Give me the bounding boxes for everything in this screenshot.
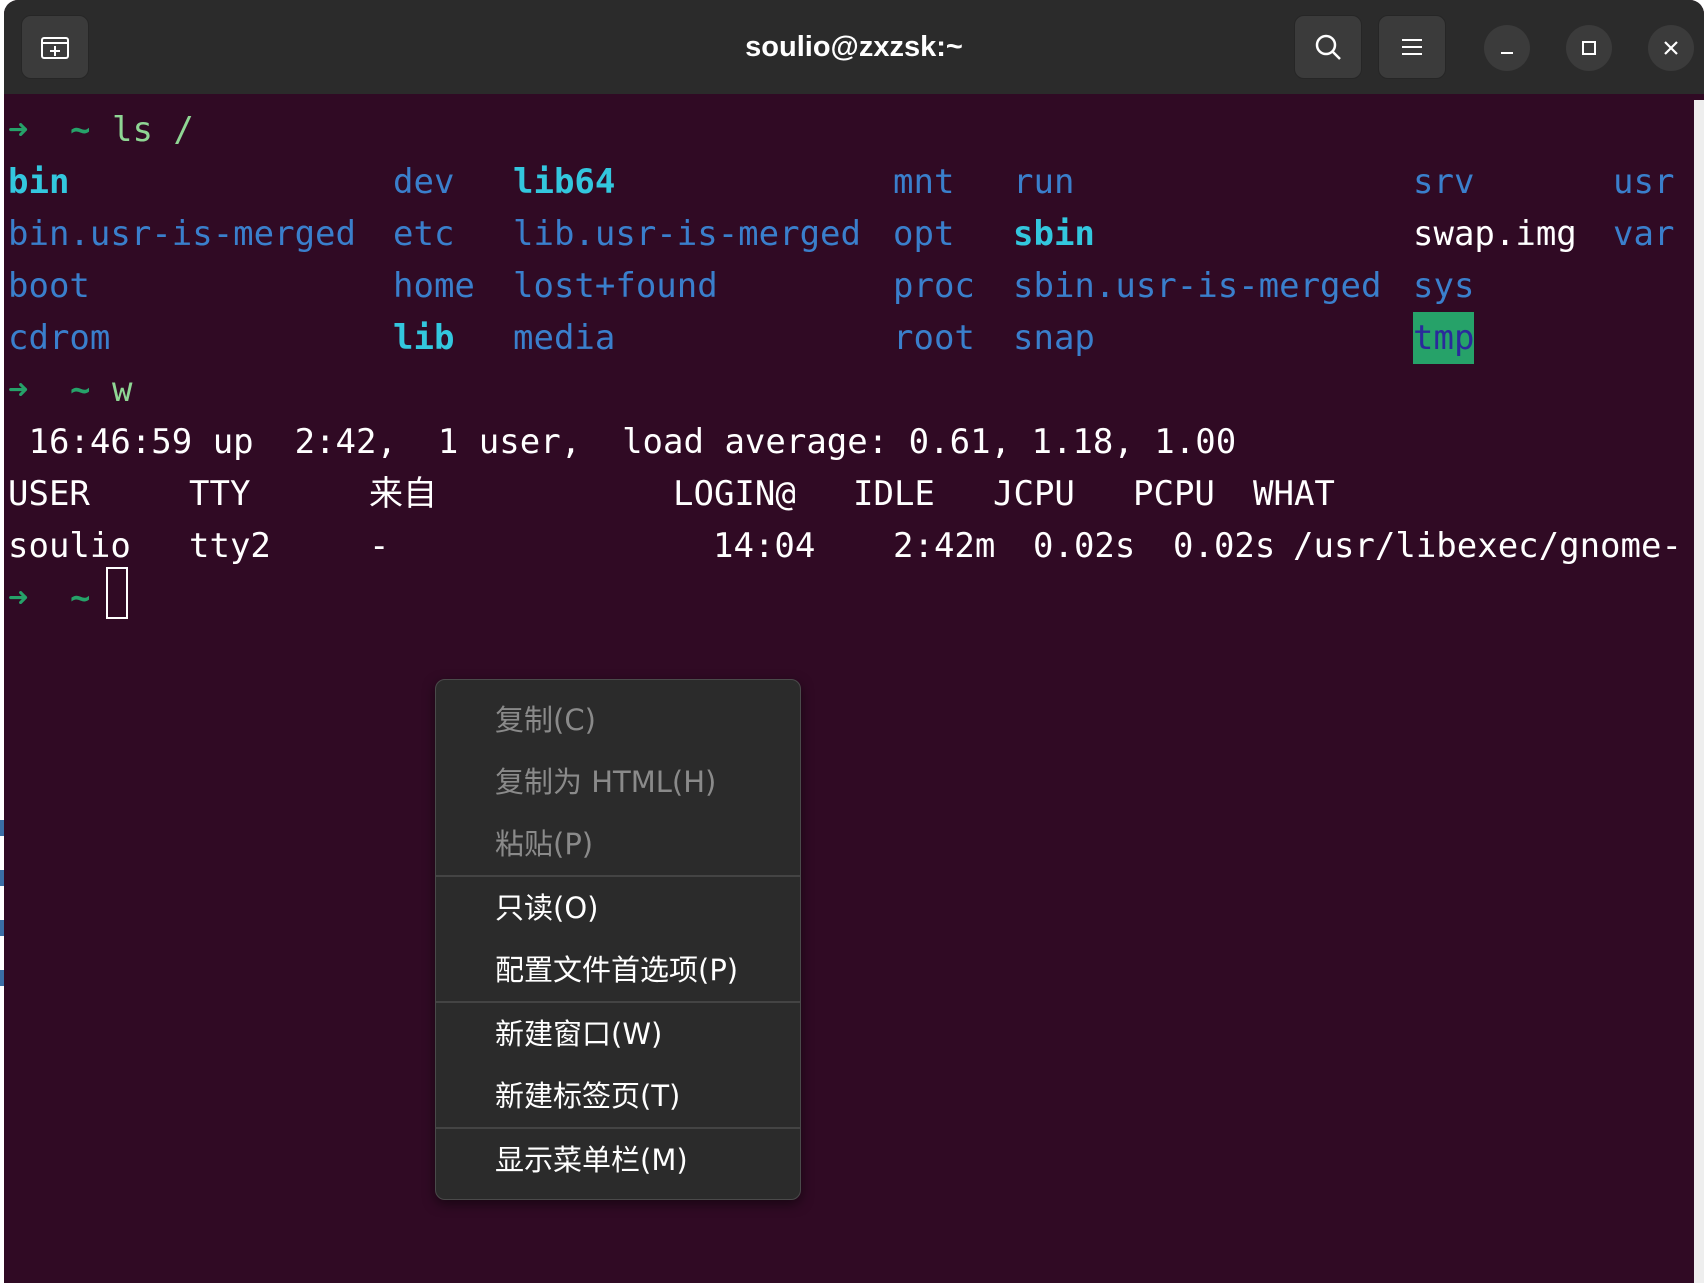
ls-entry: swap.img [1413,214,1577,254]
w-col-login: LOGIN@ [673,474,796,514]
ls-entry: lost+found [513,266,718,306]
ls-entry: sbin [1013,214,1095,254]
ls-row-2: bin.usr-is-merged etc lib.usr-is-merged … [8,208,1674,260]
w-col-pcpu: PCPU [1133,474,1215,514]
prompt-home: ~ [70,110,91,150]
close-button[interactable] [1648,25,1694,71]
ls-entry: lib [393,318,455,358]
menu-button[interactable] [1378,15,1446,79]
w-header-line: USER TTY 来自 LOGIN@ IDLE JCPU PCPU WHAT [8,468,1335,520]
w-user: soulio [8,526,131,566]
prompt-arrow: ➜ [8,370,29,410]
menu-separator [436,875,800,877]
background-window-edge [0,870,4,886]
menu-item-profile-preferences[interactable]: 配置文件首选项(P) [436,941,800,999]
w-pcpu: 0.02s [1173,526,1276,566]
ls-entry: bin [8,162,70,202]
ls-entry: boot [8,266,90,306]
w-tty: tty2 [189,526,271,566]
ls-entry: proc [893,266,975,306]
w-jcpu: 0.02s [1033,526,1136,566]
ls-entry: usr [1613,162,1675,202]
menu-item-show-menubar[interactable]: 显示菜单栏(M) [436,1131,800,1189]
ls-row-4: cdrom lib media root snap tmp [8,312,1475,364]
minimize-button[interactable] [1484,25,1530,71]
command-text: ls / [112,110,194,150]
ls-entry: mnt [893,162,955,202]
w-row-line: soulio tty2 - 14:04 2:42m 0.02s 0.02s /u… [8,520,1682,572]
prompt-home: ~ [70,370,91,410]
w-col-from: 来自 [369,474,437,514]
prompt-arrow: ➜ [8,110,29,150]
ls-entry: home [393,266,475,306]
w-col-idle: IDLE [853,474,935,514]
titlebar: soulio@zxzsk:~ [4,0,1704,94]
background-window-edge [0,820,4,836]
ls-entry: lib64 [513,162,616,202]
prompt-line-1: ➜ ~ ls / [8,104,194,156]
menu-item-copy[interactable]: 复制(C) [436,691,800,749]
w-login: 14:04 [713,526,816,566]
command-text: w [112,370,133,410]
ls-entry: srv [1413,162,1475,202]
ls-entry: lib.usr-is-merged [513,214,861,254]
w-idle: 2:42m [893,526,996,566]
maximize-icon [1582,41,1596,55]
prompt-home: ~ [70,578,91,618]
ls-entry-tmp: tmp [1413,312,1475,364]
uptime-line: 16:46:59 up 2:42, 1 user, load average: … [8,416,1236,468]
prompt-arrow: ➜ [8,578,29,618]
ls-row-3: boot home lost+found proc sbin.usr-is-me… [8,260,1474,312]
terminal-window: soulio@zxzsk:~ ➜ ~ ls / bin dev lib64 mn… [4,0,1704,1283]
background-window-edge [0,970,4,986]
menu-item-copy-as-html[interactable]: 复制为 HTML(H) [436,753,800,811]
ls-entry: media [513,318,616,358]
hamburger-menu-icon [1402,39,1422,55]
ls-entry: sys [1413,266,1475,306]
minimize-icon [1501,52,1513,54]
menu-separator [436,1127,800,1129]
scrollbar[interactable] [1694,100,1704,1283]
ls-row-1: bin dev lib64 mnt run srv usr [8,156,1674,208]
w-col-jcpu: JCPU [993,474,1075,514]
ls-entry: etc [393,214,455,254]
search-icon [1315,34,1341,60]
ls-entry: opt [893,214,955,254]
prompt-line-2: ➜ ~ w [8,364,133,416]
search-button[interactable] [1294,15,1362,79]
ls-entry: root [893,318,975,358]
w-col-tty: TTY [189,474,251,514]
background-window-edge [0,920,4,936]
window-title: soulio@zxzsk:~ [745,31,963,63]
menu-item-new-window[interactable]: 新建窗口(W) [436,1005,800,1063]
w-col-what: WHAT [1253,474,1335,514]
menu-item-read-only[interactable]: 只读(O) [436,879,800,937]
ls-entry: dev [393,162,455,202]
ls-entry: cdrom [8,318,111,358]
ls-entry: run [1013,162,1075,202]
uptime-text: 16:46:59 up 2:42, 1 user, load average: … [8,422,1237,462]
maximize-button[interactable] [1566,25,1612,71]
menu-separator [436,1001,800,1003]
w-from: - [369,526,390,566]
terminal-area[interactable]: ➜ ~ ls / bin dev lib64 mnt run srv usr b… [4,94,1694,1283]
menu-item-new-tab[interactable]: 新建标签页(T) [436,1067,800,1125]
w-col-user: USER [8,474,90,514]
ls-entry: var [1613,214,1675,254]
w-what: /usr/libexec/gnome- [1293,526,1682,566]
menu-item-paste[interactable]: 粘贴(P) [436,815,800,873]
text-cursor [106,567,128,619]
ls-entry: snap [1013,318,1095,358]
ls-entry: bin.usr-is-merged [8,214,356,254]
ls-entry: sbin.usr-is-merged [1013,266,1382,306]
close-icon [1664,41,1678,55]
context-menu: 复制(C) 复制为 HTML(H) 粘贴(P) 只读(O) 配置文件首选项(P)… [435,679,801,1200]
